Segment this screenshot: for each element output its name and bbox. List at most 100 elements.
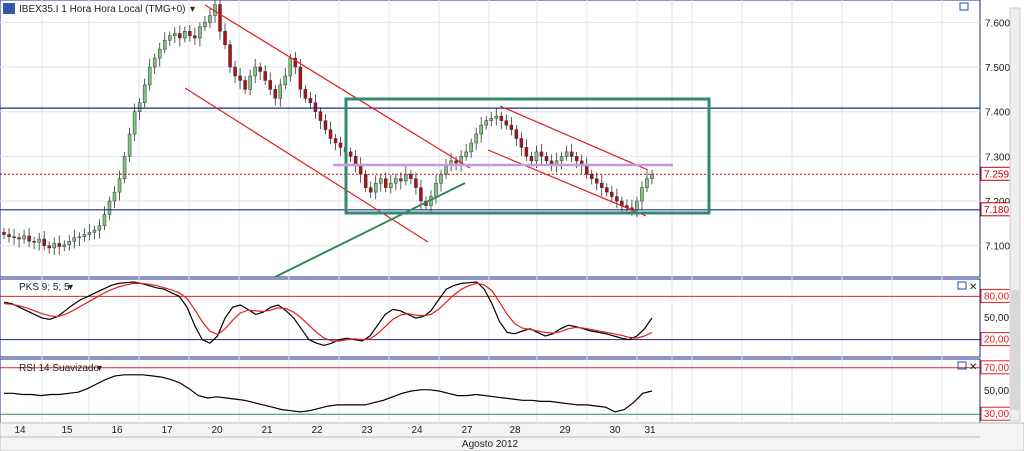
candle <box>188 31 192 36</box>
candle <box>635 200 639 211</box>
symbol-icon <box>3 3 15 14</box>
chevron-down-icon[interactable]: ▾ <box>190 4 195 15</box>
candle <box>152 57 157 68</box>
candle <box>22 235 26 240</box>
candle <box>640 187 644 202</box>
candle <box>248 75 252 90</box>
candle <box>122 156 127 179</box>
x-tick-label: 23 <box>361 425 373 436</box>
close-icon[interactable]: ✕ <box>969 362 977 373</box>
candle <box>363 173 368 188</box>
candle <box>454 160 458 164</box>
chart-window: 80,00 50,00 20,00 70,00 50,00 30,00 14 15 16 17… <box>0 0 1024 451</box>
candle <box>87 232 92 235</box>
y-tick-label: 20,00 <box>984 335 1009 346</box>
y-tick-label: 80,00 <box>984 291 1009 302</box>
candle <box>72 237 77 242</box>
candle <box>494 115 499 119</box>
candle <box>444 165 448 175</box>
pks-label: PKS 9; 5; 5 <box>19 282 70 293</box>
candle <box>32 241 36 243</box>
candle <box>569 151 574 157</box>
candle <box>67 241 72 246</box>
candle <box>368 187 373 193</box>
candle <box>147 66 152 86</box>
chart-svg: 80,00 50,00 20,00 70,00 50,00 30,00 14 15 16 17… <box>0 0 1024 451</box>
chart-title: IBEX35.I 1 Hora Hora Local (TMG+0) <box>19 4 185 15</box>
candle <box>439 173 443 184</box>
candle <box>559 156 564 162</box>
candle <box>499 115 504 121</box>
candle <box>112 191 117 202</box>
candle <box>434 182 438 197</box>
candle <box>288 57 293 77</box>
candle <box>645 178 649 188</box>
candle <box>589 173 594 179</box>
x-tick-label: 20 <box>211 425 223 436</box>
candle <box>414 178 418 188</box>
candle <box>198 26 202 39</box>
candle <box>509 124 514 130</box>
candle <box>384 178 388 188</box>
candle <box>157 48 162 59</box>
candle <box>298 66 303 90</box>
candle <box>203 22 207 28</box>
candle <box>137 102 142 112</box>
candle <box>615 196 619 202</box>
candle <box>409 173 413 179</box>
x-tick-label: 31 <box>644 425 656 436</box>
candle <box>318 111 323 121</box>
candle <box>62 244 67 247</box>
candle <box>82 234 87 238</box>
candle <box>544 156 549 162</box>
candle <box>238 75 242 81</box>
candle <box>529 156 534 162</box>
pks-panel <box>0 278 981 358</box>
candle <box>77 236 82 239</box>
y-tick-label: 70,00 <box>984 363 1009 374</box>
candle <box>233 66 237 77</box>
x-tick-label: 15 <box>61 425 73 436</box>
close-icon[interactable]: ✕ <box>969 282 977 293</box>
x-tick-label: 14 <box>14 425 26 436</box>
candle <box>313 102 318 112</box>
candle <box>389 182 393 188</box>
chevron-down-icon[interactable]: ▾ <box>68 282 73 293</box>
candle <box>469 142 473 153</box>
candle <box>107 200 112 215</box>
candle <box>399 178 403 182</box>
candle <box>584 165 589 175</box>
candle <box>574 156 579 162</box>
candle <box>208 15 212 23</box>
candle <box>338 142 343 148</box>
candle <box>610 191 614 197</box>
candle <box>514 129 519 139</box>
candle <box>92 229 97 233</box>
candle <box>12 236 16 239</box>
candle <box>404 173 408 182</box>
candle <box>17 237 21 240</box>
y-tick-label: 50,00 <box>984 313 1009 324</box>
rsi-label: RSI 14 Suavizado <box>19 363 99 374</box>
candle <box>594 178 599 184</box>
candle <box>479 124 483 135</box>
candle <box>273 89 278 99</box>
x-tick-label: 16 <box>111 425 123 436</box>
candle <box>323 120 328 130</box>
candle <box>57 243 62 247</box>
rsi-panel <box>0 358 981 424</box>
x-tick-label: 21 <box>261 425 273 436</box>
x-tick-label: 28 <box>509 425 521 436</box>
y-tick-label: 30,00 <box>984 409 1009 420</box>
candle <box>7 234 11 238</box>
x-tick-label: 30 <box>609 425 621 436</box>
candle <box>102 214 107 226</box>
candle <box>253 66 257 77</box>
scrollbar-thumb[interactable] <box>1011 290 1019 410</box>
candle <box>650 173 654 179</box>
candle <box>52 243 56 249</box>
x-tick-label: 27 <box>461 425 473 436</box>
month-label: Agosto 2012 <box>462 439 519 450</box>
chevron-down-icon[interactable]: ▾ <box>97 363 102 374</box>
x-tick-label: 24 <box>411 425 423 436</box>
